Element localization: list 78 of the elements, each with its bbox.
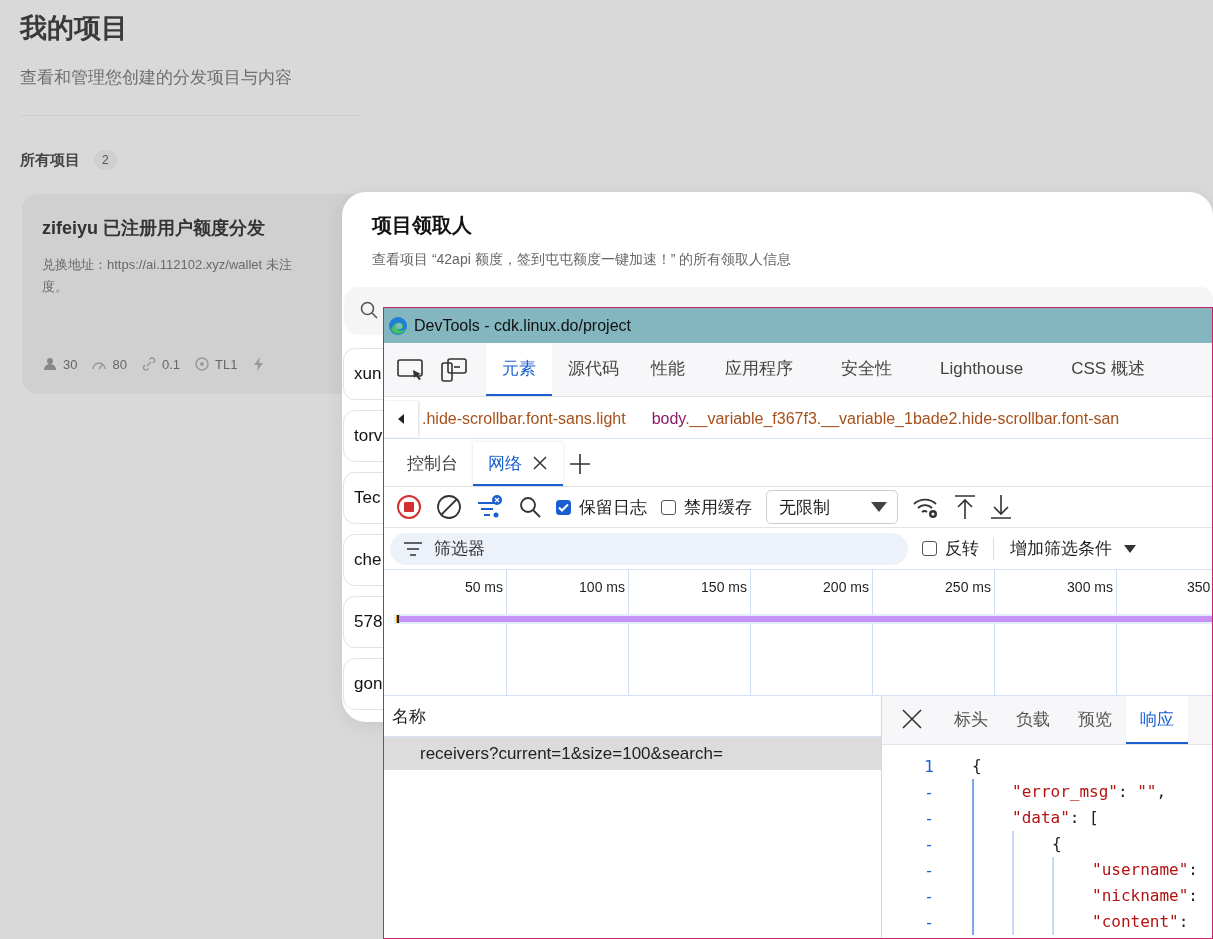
drawer-tab[interactable]: 网络 [473,442,563,486]
drawer-tab[interactable]: 控制台 [392,442,473,486]
panel-tab[interactable]: 安全性 [817,343,916,396]
caret-left-icon [397,414,405,424]
panel-tab[interactable]: Lighthouse [916,343,1048,396]
code-line: { [1052,833,1062,855]
clear-icon[interactable] [436,494,462,520]
filter-icon[interactable] [476,494,504,520]
download-icon[interactable] [990,494,1012,520]
tick-label: 50 ms [464,579,503,595]
inspect-icon[interactable] [396,356,426,383]
filter-icon [404,541,422,556]
line-number: - [923,834,935,854]
line-number: 1 [923,756,935,776]
checkbox[interactable] [922,541,937,556]
stat-value: 30 [63,356,78,372]
code-line: "username": [1092,859,1198,881]
code-line: { [972,755,982,777]
page-subtitle: 查看和管理您创建的分发项目与内容 [20,67,292,89]
panel-tab[interactable]: CSS 概述 [1047,343,1169,396]
caret-down-icon [871,502,887,512]
tick-label: 300 ms [1067,579,1113,595]
search-icon [359,300,379,320]
link-icon [140,356,157,372]
code-line: "nickname": [1092,885,1198,907]
tick-label: 250 ms [945,579,991,595]
detail-tab[interactable]: 响应 [1126,696,1188,744]
check-icon [558,502,569,512]
more-filters-dropdown[interactable]: 增加筛选条件 [993,537,1136,560]
circle-icon [194,356,210,372]
stat-value: TL1 [215,356,238,372]
tick-label: 350 [1187,579,1211,595]
panel-tab[interactable]: 应用程序 [701,343,817,396]
tick-label: 100 ms [579,579,625,595]
tick-label: 200 ms [823,579,869,595]
panel-tab[interactable]: 源代码 [552,343,635,396]
search-icon[interactable] [518,495,542,519]
code-line: "content": [1092,911,1189,933]
record-icon[interactable] [396,494,422,520]
caret-down-icon [1124,544,1136,553]
request-row[interactable]: receivers?current=1&size=100&search= [384,737,881,770]
checkbox-label: 反转 [945,538,979,560]
count-badge: 2 [94,150,117,170]
breadcrumb-link[interactable]: .hide-scrollbar.font-sans.light [418,410,626,428]
device-icon[interactable] [440,356,468,383]
panel-tab[interactable]: 元素 [486,343,552,396]
section-label: 所有项目 [20,150,80,170]
users-icon [42,356,58,372]
detail-tab[interactable]: 标头 [940,696,1002,744]
tick-label: 150 ms [701,579,747,595]
stat-value: 0.1 [161,356,180,372]
card-description: 兑换地址：https://ai.112102.xyz/wallet 未注 度。 [42,256,292,296]
line-number: - [923,886,935,906]
detail-tab[interactable]: 负载 [1002,696,1064,744]
line-number: - [923,808,935,828]
checkbox[interactable] [661,499,676,515]
line-number: - [923,860,935,880]
stat-value: 80 [112,356,127,372]
line-number: - [923,912,935,932]
filter-placeholder: 筛选器 [434,538,485,560]
filter-field[interactable]: 筛选器 [390,532,908,565]
close-icon[interactable] [902,709,922,729]
close-icon[interactable] [532,455,548,471]
line-number: - [923,782,935,802]
code-line: "data": [ [1012,807,1099,829]
upload-icon[interactable] [954,494,976,520]
panel-tab[interactable]: 性能 [635,343,701,396]
detail-tab[interactable]: 预览 [1064,696,1126,744]
card-title: zifeiyu 已注册用户额度分发 [42,217,265,240]
checkbox-label: 禁用缓存 [684,496,752,519]
code-line: "error_msg": "", [1012,781,1167,803]
throttle-select[interactable]: 无限制 [766,490,898,524]
page-title: 我的项目 [20,12,128,45]
browser-logo-icon [388,315,408,336]
add-icon[interactable] [569,453,591,475]
checkbox[interactable] [556,499,571,515]
checkbox-label: 保留日志 [579,496,647,519]
breadcrumb-link[interactable]: body.__variable_f367f3.__variable_1bade2.hide-scrollbar.font-san [647,410,1120,428]
